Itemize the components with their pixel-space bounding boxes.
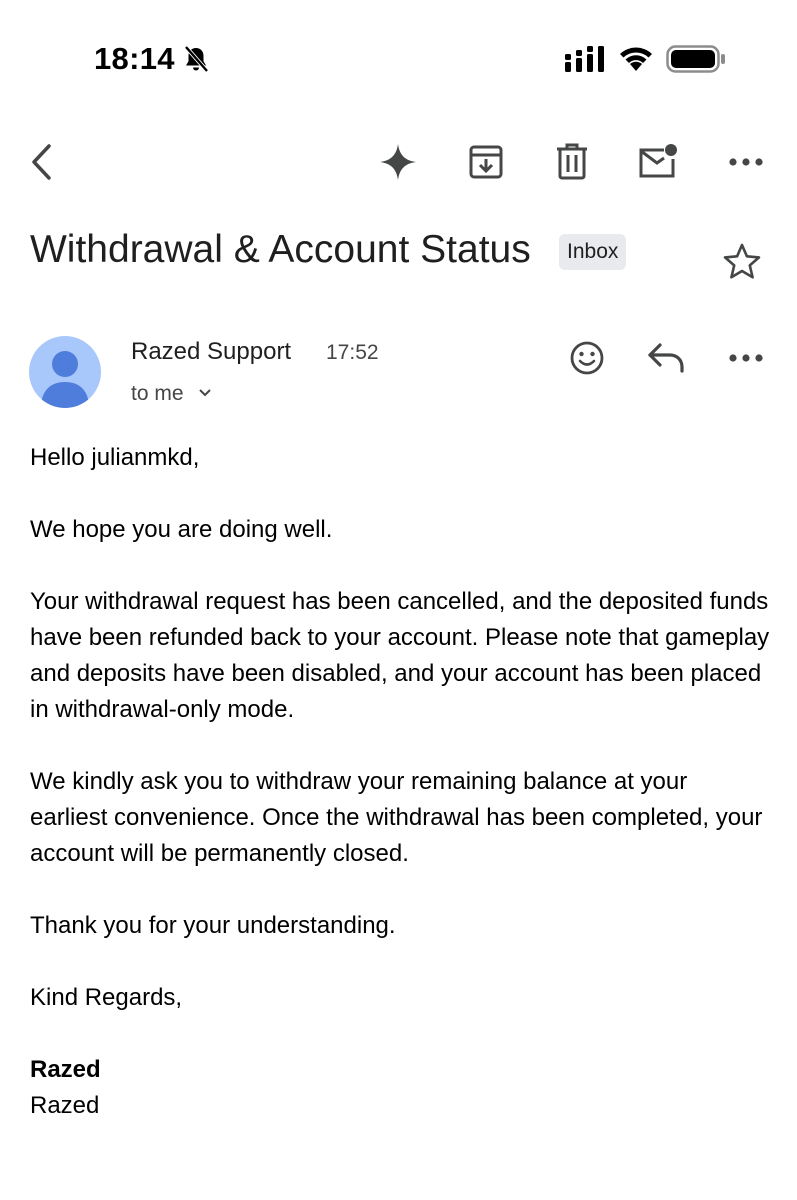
body-paragraph: We kindly ask you to withdraw your remai… (30, 768, 763, 867)
body-paragraph: Your withdrawal request has been cancell… (30, 588, 770, 723)
more-options-button[interactable] (724, 140, 768, 184)
reply-icon (648, 343, 684, 373)
mark-unread-icon (639, 144, 677, 178)
greeting: Hello julianmkd, (30, 444, 200, 471)
wifi-icon (620, 47, 652, 71)
add-reaction-button[interactable] (565, 336, 609, 380)
status-time: 18:14 (94, 41, 175, 76)
ai-assist-button[interactable] (376, 140, 420, 184)
email-subject: Withdrawal & Account Status (30, 228, 531, 271)
closing: Kind Regards, (30, 984, 183, 1011)
archive-button[interactable] (464, 140, 508, 184)
email-body: Hello julianmkd, We hope you are doing w… (30, 440, 770, 1124)
battery-icon (666, 45, 725, 73)
emoji-smile-icon (570, 341, 604, 375)
body-paragraph: Thank you for your understanding. (30, 912, 396, 939)
mark-unread-button[interactable] (636, 140, 680, 184)
avatar[interactable] (29, 336, 101, 408)
chevron-left-icon (32, 144, 51, 180)
person-icon (41, 351, 89, 408)
message-more-options-button[interactable] (724, 336, 768, 380)
delete-button[interactable] (550, 140, 594, 184)
more-horizontal-icon (729, 354, 763, 362)
star-icon (723, 243, 761, 279)
archive-icon (469, 145, 503, 179)
back-button[interactable] (20, 140, 64, 184)
bell-slash-icon (184, 45, 209, 73)
sparkle-icon (380, 144, 416, 180)
signature-line: Razed (30, 1092, 100, 1119)
trash-icon (557, 143, 587, 180)
body-paragraph: We hope you are doing well. (30, 516, 333, 543)
chevron-down-icon (198, 380, 212, 408)
email-timestamp: 17:52 (326, 341, 379, 364)
recipient-details-toggle[interactable]: to me (131, 380, 212, 408)
cellular-signal-icon (565, 46, 604, 72)
more-horizontal-icon (729, 158, 763, 166)
signature-name: Razed (30, 1056, 101, 1083)
star-button[interactable] (720, 240, 764, 284)
reply-button[interactable] (644, 336, 688, 380)
inbox-label-badge[interactable]: Inbox (559, 234, 627, 270)
sender-name[interactable]: Razed Support (131, 337, 291, 367)
recipient-label: to me (131, 382, 184, 405)
